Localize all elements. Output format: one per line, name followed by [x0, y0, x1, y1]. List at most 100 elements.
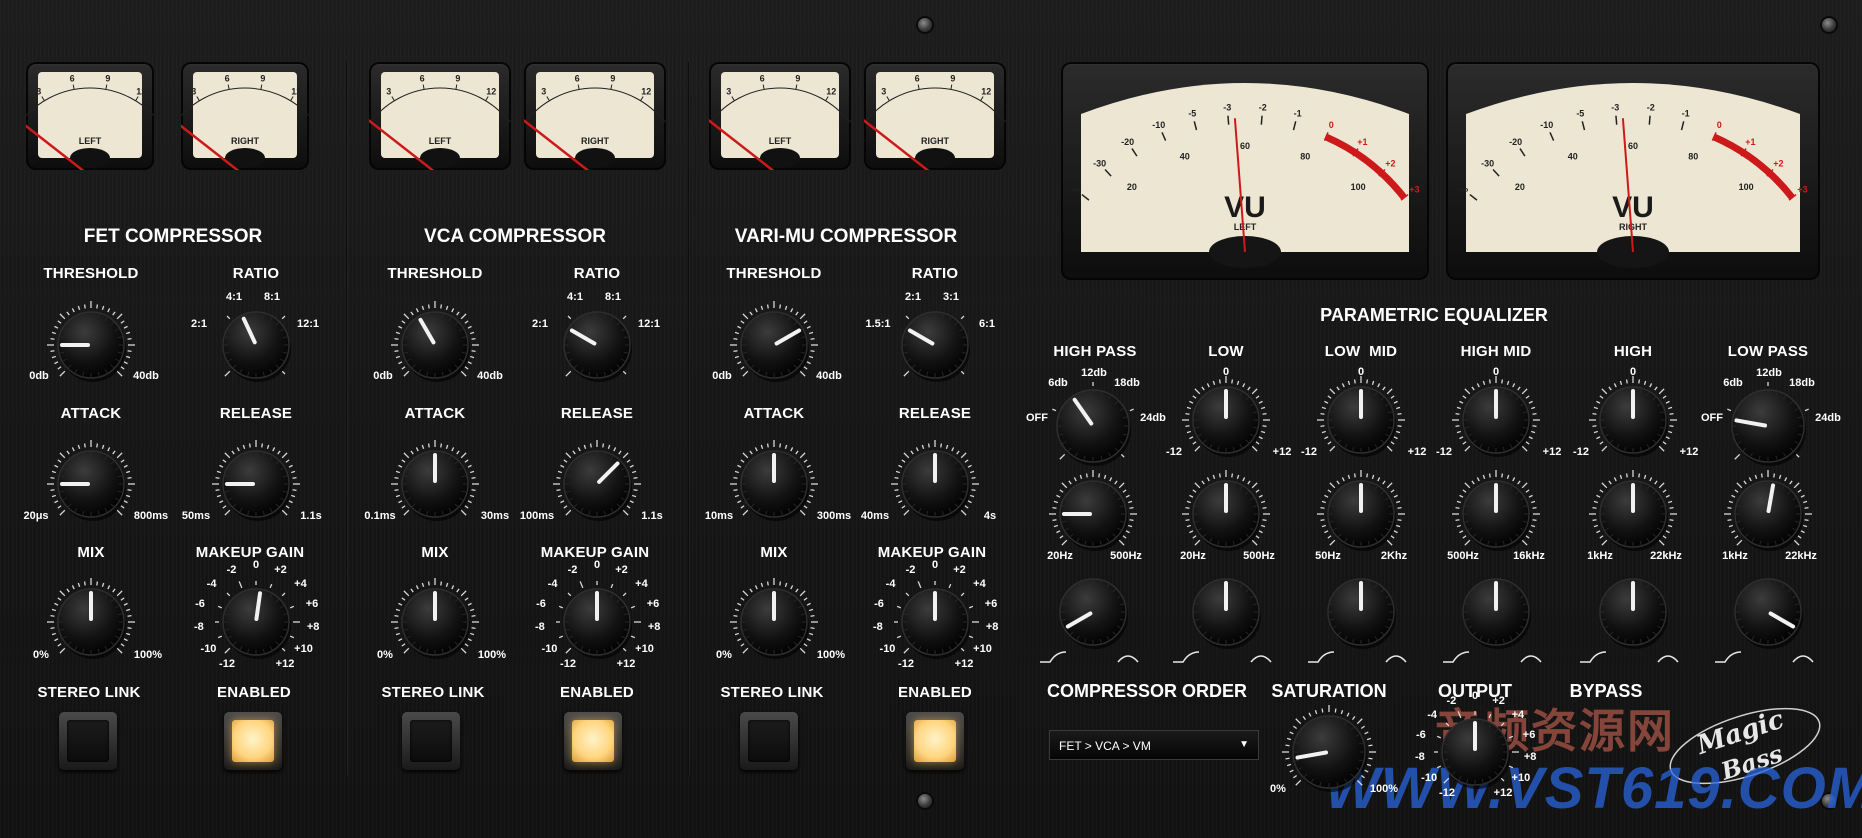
- bypass-button[interactable]: [1575, 708, 1635, 768]
- vm-ratio-knob[interactable]: [882, 292, 988, 398]
- vm-makeup-tick-5: -2: [905, 563, 916, 576]
- svg-text:+2: +2: [1773, 159, 1783, 169]
- eq-band0-freq-min: 20Hz: [1047, 550, 1073, 562]
- vca-enabled-button[interactable]: [564, 712, 622, 770]
- svg-text:RIGHT: RIGHT: [231, 136, 260, 146]
- vca-ratio-label: RATIO: [573, 265, 621, 282]
- vca-mix-label: MIX: [421, 544, 449, 561]
- vca-makeup-tick-4: -4: [547, 577, 558, 590]
- svg-text:RIGHT: RIGHT: [921, 136, 950, 146]
- fet-mix-knob[interactable]: [38, 569, 144, 675]
- fet-ratio-label: RATIO: [232, 265, 280, 282]
- eq-lp-slope-off: OFF: [1701, 412, 1723, 424]
- svg-text:-20: -20: [1121, 137, 1134, 147]
- svg-text:9: 9: [795, 74, 800, 84]
- eq-band2-freq-min: 50Hz: [1315, 550, 1341, 562]
- vca-threshold-min: 0db: [373, 370, 393, 382]
- vm-threshold-knob[interactable]: [721, 292, 827, 398]
- fet-enabled-button[interactable]: [224, 712, 282, 770]
- filter-shape-icon: [1040, 651, 1139, 663]
- eq-band3-gain-knob[interactable]: [1443, 367, 1549, 473]
- vca-attack-min: 0.1ms: [364, 510, 396, 522]
- vca-meter-left: 03691215LEFT: [369, 62, 511, 170]
- vm-attack-knob[interactable]: [721, 431, 827, 537]
- fet-attack-max: 800ms: [133, 510, 169, 522]
- compressor-order-dropdown[interactable]: FET > VCA > VM ▼: [1049, 730, 1259, 760]
- svg-text:-∞: -∞: [1071, 185, 1081, 195]
- fet-ratio-opt-1: 4:1: [226, 291, 242, 303]
- fet-release-knob[interactable]: [203, 431, 309, 537]
- eq-band5-freq-max: 22kHz: [1785, 550, 1817, 562]
- saturation-knob[interactable]: [1273, 696, 1385, 808]
- fet-ratio-opt-0: 2:1: [191, 318, 207, 330]
- svg-text:VU: VU: [1612, 191, 1654, 224]
- svg-text:VU: VU: [1224, 191, 1266, 224]
- vm-title: VARI-MU COMPRESSOR: [734, 226, 958, 247]
- vm-enabled-button[interactable]: [906, 712, 964, 770]
- compressor-order-value: FET > VCA > VM: [1059, 739, 1151, 753]
- fet-makeup-tick-3: -6: [195, 598, 205, 611]
- vca-ratio-opt-3: 12:1: [637, 318, 661, 330]
- output-tick-1: -10: [1421, 771, 1438, 784]
- vca-stereo-link-button[interactable]: [402, 712, 460, 770]
- svg-text:40: 40: [1180, 152, 1190, 162]
- vm-release-label: RELEASE: [898, 405, 972, 422]
- fet-threshold-min: 0db: [29, 370, 49, 382]
- vca-release-knob[interactable]: [544, 431, 650, 537]
- vm-makeup-tick-9: +6: [984, 598, 998, 611]
- eq-band2-gain-knob[interactable]: [1308, 367, 1414, 473]
- vu-meter-left-graphic: -∞-30-20-10-5-3 -2-10+1+2+320406080100VUL…: [1071, 83, 1420, 268]
- fet-ratio-knob[interactable]: [203, 292, 309, 398]
- fet-threshold-knob[interactable]: [38, 292, 144, 398]
- svg-text:-1: -1: [1294, 109, 1302, 119]
- output-tick-0: -12: [1439, 786, 1455, 799]
- fet-makeup-tick-4: -4: [206, 577, 217, 590]
- vm-makeup-tick-10: +8: [985, 621, 999, 634]
- vm-attack-max: 300ms: [816, 510, 852, 522]
- svg-text:0: 0: [1329, 120, 1334, 130]
- plugin-window: 03691215LEFT 03691215RIGHT 03691215LEFT …: [0, 0, 1862, 838]
- fet-stereo-link-button[interactable]: [59, 712, 117, 770]
- led-face: [572, 720, 614, 762]
- eq-title: PARAMETRIC EQUALIZER: [1320, 305, 1548, 325]
- vca-enabled-label: ENABLED: [560, 684, 634, 701]
- eq-lp-slope-12: 12db: [1756, 367, 1782, 379]
- vca-attack-knob[interactable]: [382, 431, 488, 537]
- fet-meter-left-graphic: 03691215LEFT: [26, 72, 154, 170]
- svg-text:LEFT: LEFT: [769, 136, 792, 146]
- vca-mix-knob[interactable]: [382, 569, 488, 675]
- vca-makeup-tick-12: +12: [616, 658, 636, 671]
- vm-mix-knob[interactable]: [721, 569, 827, 675]
- eq-band4-gain-knob[interactable]: [1580, 367, 1686, 473]
- vm-threshold-label: THRESHOLD: [726, 265, 822, 282]
- fet-attack-knob[interactable]: [38, 431, 144, 537]
- vca-makeup-tick-1: -10: [541, 642, 558, 655]
- svg-text:RIGHT: RIGHT: [1619, 222, 1648, 232]
- vm-mix-max: 100%: [816, 649, 846, 661]
- led-face: [67, 720, 109, 762]
- vca-ratio-knob[interactable]: [544, 292, 650, 398]
- fet-makeup-label: MAKEUP GAIN: [195, 544, 305, 561]
- vm-makeup-tick-6: 0: [931, 558, 939, 571]
- svg-text:LEFT: LEFT: [429, 136, 452, 146]
- svg-text:6: 6: [225, 74, 230, 84]
- vm-meter-right-graphic: 03691215RIGHT: [864, 72, 1006, 170]
- fet-makeup-tick-11: +10: [294, 642, 313, 655]
- svg-text:60: 60: [1240, 141, 1250, 151]
- svg-text:80: 80: [1688, 152, 1698, 162]
- vm-ratio-opt-1: 2:1: [905, 291, 921, 303]
- saturation-min: 0%: [1270, 783, 1286, 795]
- vca-makeup-tick-3: -6: [536, 598, 546, 611]
- vm-release-knob[interactable]: [882, 431, 988, 537]
- svg-text:9: 9: [610, 74, 615, 84]
- svg-text:100: 100: [1739, 182, 1754, 192]
- vca-makeup-tick-8: +4: [635, 577, 648, 590]
- vm-stereo-link-label: STEREO LINK: [720, 684, 824, 701]
- svg-text:6: 6: [575, 74, 580, 84]
- vm-stereo-link-button[interactable]: [740, 712, 798, 770]
- bypass-label: BYPASS: [1569, 681, 1643, 701]
- output-tick-3: -6: [1416, 728, 1426, 741]
- vca-threshold-knob[interactable]: [382, 292, 488, 398]
- svg-text:LEFT: LEFT: [79, 136, 102, 146]
- eq-band1-gain-knob[interactable]: [1173, 367, 1279, 473]
